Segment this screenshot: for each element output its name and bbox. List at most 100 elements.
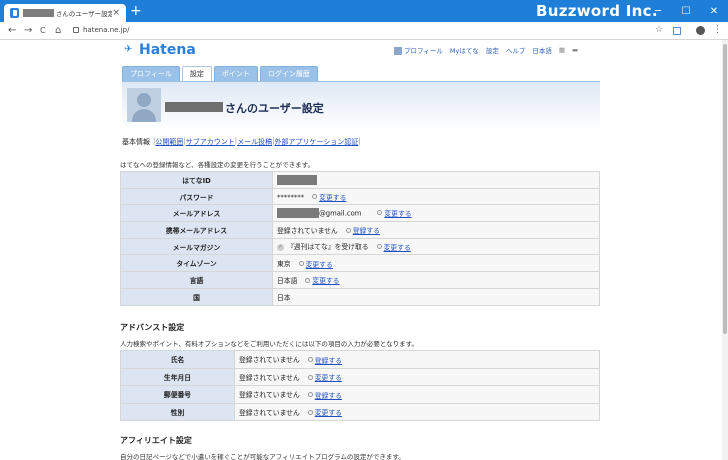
avatar — [127, 88, 161, 122]
redacted-username — [165, 102, 223, 112]
language-value: 日本語 — [277, 276, 298, 285]
table-row: 郵便番号 登録されていません 登録する — [120, 385, 600, 404]
page-content: ✈ Hatena プロフィール Myはてな 設定 ヘルプ 日本語 ▦ ▬ プロフ… — [0, 40, 722, 460]
row-label: 氏名 — [120, 350, 235, 369]
nav-profile[interactable]: プロフィール — [394, 45, 443, 55]
new-tab-button[interactable]: + — [130, 4, 142, 18]
brand-watermark: Buzzword Inc. — [536, 2, 658, 20]
tab-title: さんのユーザー設定 - は — [55, 10, 113, 18]
circle-icon — [376, 244, 382, 250]
affiliate-settings-title: アフィリエイト設定 — [120, 436, 192, 445]
tab-settings[interactable]: 設定 — [181, 66, 212, 81]
scrollbar-thumb[interactable] — [723, 44, 727, 334]
table-row: メールマガジン ✓ 『週刊はてな』を受け取る 変更する — [120, 237, 600, 256]
window-close-button[interactable]: ✕ — [700, 0, 728, 22]
change-email-link[interactable]: 変更する — [377, 208, 412, 218]
row-label: パスワード — [120, 187, 273, 206]
tab-close-icon[interactable]: × — [112, 8, 120, 18]
table-row: 氏名 登録されていません 登録する — [120, 350, 600, 369]
page-scrollbar[interactable] — [722, 40, 728, 460]
advanced-settings-text: 人力検索やポイント、有料オプションなどをご利用いただくには以下の項目の入力が必要… — [120, 340, 419, 348]
hatena-logo[interactable]: ✈ Hatena — [124, 42, 196, 58]
magazine-value: 『週刊はてな』を受け取る — [287, 243, 369, 252]
nav-settings[interactable]: 設定 — [486, 45, 499, 55]
mobile-email-value: 登録されていません — [277, 226, 338, 235]
change-language-link[interactable]: 変更する — [305, 275, 340, 285]
change-magazine-link[interactable]: 変更する — [376, 242, 411, 252]
extension-icon[interactable] — [673, 27, 681, 35]
subnav-external-apps[interactable]: 外部アプリケーション認証 — [274, 137, 358, 147]
check-icon: ✓ — [277, 243, 284, 251]
nav-language[interactable]: 日本語 — [532, 45, 552, 55]
table-row: 性別 登録されていません 変更する — [120, 402, 600, 421]
circle-icon — [307, 392, 313, 397]
menu-icon[interactable]: ⋮ — [713, 25, 722, 35]
top-nav: プロフィール Myはてな 設定 ヘルプ 日本語 ▦ ▬ — [394, 45, 578, 55]
circle-icon — [298, 261, 304, 267]
change-birthday-link[interactable]: 変更する — [307, 372, 342, 382]
table-row: 生年月日 登録されていません 変更する — [120, 367, 600, 386]
register-name-link[interactable]: 登録する — [307, 355, 342, 365]
row-label: 言語 — [120, 271, 273, 289]
circle-icon — [305, 277, 311, 283]
change-password-link[interactable]: 変更する — [312, 192, 346, 202]
settings-tabs: プロフィール 設定 ポイント ログイン履歴 — [122, 66, 318, 81]
tab-profile[interactable]: プロフィール — [122, 66, 180, 81]
advanced-settings-table: 氏名 登録されていません 登録する 生年月日 登録されていません 変更する 郵便番号… — [120, 350, 600, 421]
gender-value: 登録されていません — [239, 408, 300, 417]
row-label: 国 — [120, 287, 273, 306]
grid-icon[interactable]: ▦ — [559, 46, 565, 54]
country-value: 日本 — [272, 287, 600, 306]
profile-icon — [394, 47, 402, 55]
circle-icon — [307, 374, 313, 380]
bookmark-star-icon[interactable]: ☆ — [655, 25, 663, 35]
subnav-mail-post[interactable]: メール投稿 — [237, 137, 272, 147]
maximize-button[interactable]: ☐ — [672, 0, 700, 22]
password-value: ******** — [277, 193, 305, 202]
tab-points[interactable]: ポイント — [213, 66, 258, 81]
table-row: メールアドレス @gmail.com 変更する — [120, 204, 600, 223]
nav-help[interactable]: ヘルプ — [506, 45, 526, 55]
circle-icon — [307, 357, 313, 362]
register-mobile-link[interactable]: 登録する — [345, 225, 380, 235]
redacted-email — [277, 208, 319, 219]
address-bar[interactable]: hatena.ne.jp/ — [73, 26, 129, 34]
subnav-subaccount[interactable]: サブアカウント — [186, 137, 235, 147]
row-label: メールアドレス — [120, 204, 273, 223]
hatena-logo-icon: ✈ — [124, 44, 133, 55]
timezone-value: 東京 — [277, 260, 291, 269]
subnav-basic-info: 基本情報 — [122, 138, 150, 146]
account-icon[interactable] — [696, 26, 705, 35]
table-row: タイムゾーン 東京 変更する — [120, 254, 600, 273]
table-row: 国 日本 — [120, 287, 600, 306]
circle-icon — [345, 227, 351, 233]
circle-icon — [377, 210, 383, 216]
register-postal-code-link[interactable]: 登録する — [307, 390, 342, 400]
row-label: メールマガジン — [120, 237, 273, 256]
settings-subnav: 基本情報 | 公開範囲 | サブアカウント | メール投稿 | 外部アプリケーシ… — [122, 137, 361, 147]
minimize-button[interactable]: ─ — [644, 0, 672, 22]
reload-icon[interactable]: C — [40, 25, 46, 37]
tab-login-history[interactable]: ログイン履歴 — [259, 66, 318, 81]
forward-icon[interactable]: → — [24, 25, 32, 37]
redacted-username — [23, 9, 54, 17]
notification-icon[interactable]: ▬ — [572, 46, 578, 54]
circle-icon — [307, 409, 313, 415]
home-icon[interactable]: ⌂ — [55, 25, 61, 37]
change-gender-link[interactable]: 変更する — [307, 407, 342, 417]
back-icon[interactable]: ← — [8, 25, 16, 37]
change-timezone-link[interactable]: 変更する — [298, 259, 333, 269]
browser-titlebar: さんのユーザー設定 - は × + Buzzword Inc. ─ ☐ ✕ — [0, 0, 728, 22]
settings-header: さんのユーザー設定 — [122, 82, 600, 130]
nav-my-hatena[interactable]: Myはてな — [450, 45, 479, 55]
advanced-settings-title: アドバンスト設定 — [120, 323, 185, 332]
birthday-value: 登録されていません — [239, 373, 300, 382]
table-row: 携帯メールアドレス 登録されていません 登録する — [120, 221, 600, 239]
subnav-privacy[interactable]: 公開範囲 — [155, 137, 183, 147]
row-label: 携帯メールアドレス — [120, 221, 273, 239]
browser-tab[interactable]: さんのユーザー設定 - は × — [4, 4, 126, 22]
hatena-favicon-icon — [10, 8, 20, 18]
logo-text: Hatena — [139, 42, 196, 58]
page-title: さんのユーザー設定 — [225, 102, 324, 115]
email-value: @gmail.com — [319, 209, 362, 218]
